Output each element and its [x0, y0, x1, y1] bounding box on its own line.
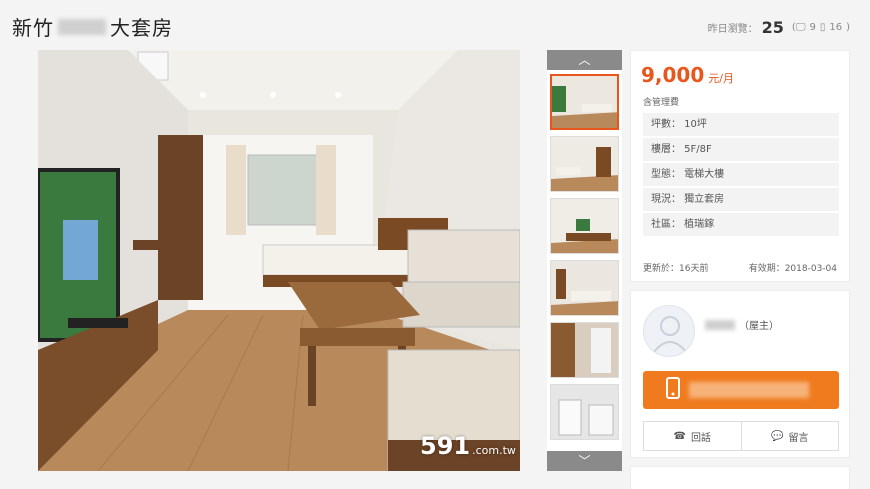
user-icon [653, 316, 687, 353]
watermark-domain: .com.tw [472, 444, 516, 457]
thumb-image [551, 137, 618, 191]
expiry-date: 有效期：2018-03-04 [748, 264, 837, 274]
price-unit: 元/月 [708, 72, 734, 85]
details-panel: 9,000 元/月 含管理費 坪數： 10坪 樓層： 5F/8F 型態： 電梯大樓… [630, 50, 850, 282]
attr-type: 型態： 電梯大樓 [643, 163, 839, 186]
thumb-image [551, 199, 618, 253]
views-label: 昨日瀏覽： [707, 24, 758, 35]
attr-size: 坪數： 10坪 [643, 113, 839, 136]
price: 9,000 元/月 [641, 63, 734, 87]
thumb-image [551, 385, 618, 439]
owner-info: （屋主） [705, 317, 779, 332]
avatar [643, 305, 695, 357]
thumbnail[interactable] [550, 74, 619, 130]
title-prefix: 新竹 [12, 16, 54, 40]
telephone-icon: ☎ [673, 430, 686, 442]
contact-actions: ☎ 回話 💬 留言 [643, 421, 839, 451]
mobile-count: 16 [829, 22, 843, 33]
room-photo [38, 50, 520, 471]
phone-button[interactable] [643, 371, 839, 409]
attribute-list: 坪數： 10坪 樓層： 5F/8F 型態： 電梯大樓 現況： 獨立套房 社區： … [643, 113, 839, 238]
price-note: 含管理費 [643, 98, 680, 108]
callback-label: 回話 [690, 432, 711, 444]
thumbnail[interactable] [550, 136, 619, 192]
thumbnail[interactable] [550, 322, 619, 378]
thumbs-down-button[interactable]: ﹀ [547, 451, 622, 471]
main-photo[interactable]: 591 .com.tw /6 [38, 50, 520, 471]
pc-icon: (🖵 [791, 22, 806, 33]
view-stats: 昨日瀏覽： 25 (🖵 9 ▯ 16 ) [707, 18, 850, 37]
thumbs-up-button[interactable]: ︿ [547, 50, 622, 70]
thumb-image [551, 323, 618, 377]
attr-status: 現況： 獨立套房 [643, 188, 839, 211]
mobile-icon: ▯ [819, 22, 826, 33]
phone-icon [665, 376, 681, 404]
thumb-image [552, 76, 617, 128]
listing-title: 新竹 大套房 [12, 12, 173, 41]
thumbnail[interactable] [550, 384, 619, 440]
chevron-up-icon: ︿ [578, 53, 591, 67]
watermark-brand: 591 [420, 432, 471, 460]
owner-name-redacted [705, 319, 735, 330]
message-label: 留言 [788, 432, 809, 444]
contact-panel: （屋主） ☎ 回話 💬 留言 [630, 290, 850, 458]
thumb-image [551, 261, 618, 315]
chevron-down-icon: ﹀ [578, 454, 591, 468]
phone-number-redacted [689, 382, 809, 398]
message-button[interactable]: 💬 留言 [740, 422, 839, 450]
price-value: 9,000 [641, 63, 705, 87]
owner-role: （屋主） [739, 321, 779, 332]
title-suffix: 大套房 [110, 16, 173, 40]
callback-button[interactable]: ☎ 回話 [644, 422, 741, 450]
pc-count: 9 [809, 22, 816, 33]
chat-icon: 💬 [771, 430, 784, 442]
thumbnail[interactable] [550, 260, 619, 316]
extra-panel [630, 466, 850, 489]
views-count: 25 [761, 18, 784, 37]
watermark: 591 .com.tw [420, 432, 516, 460]
title-redacted [58, 18, 106, 35]
thumbnail-strip: ︿ ﹀ [547, 50, 622, 471]
attr-floor: 樓層： 5F/8F [643, 138, 839, 161]
updated-date: 更新於：16天前 [643, 264, 709, 274]
thumbnail[interactable] [550, 198, 619, 254]
attr-community: 社區： 植瑞鎵 [643, 213, 839, 236]
